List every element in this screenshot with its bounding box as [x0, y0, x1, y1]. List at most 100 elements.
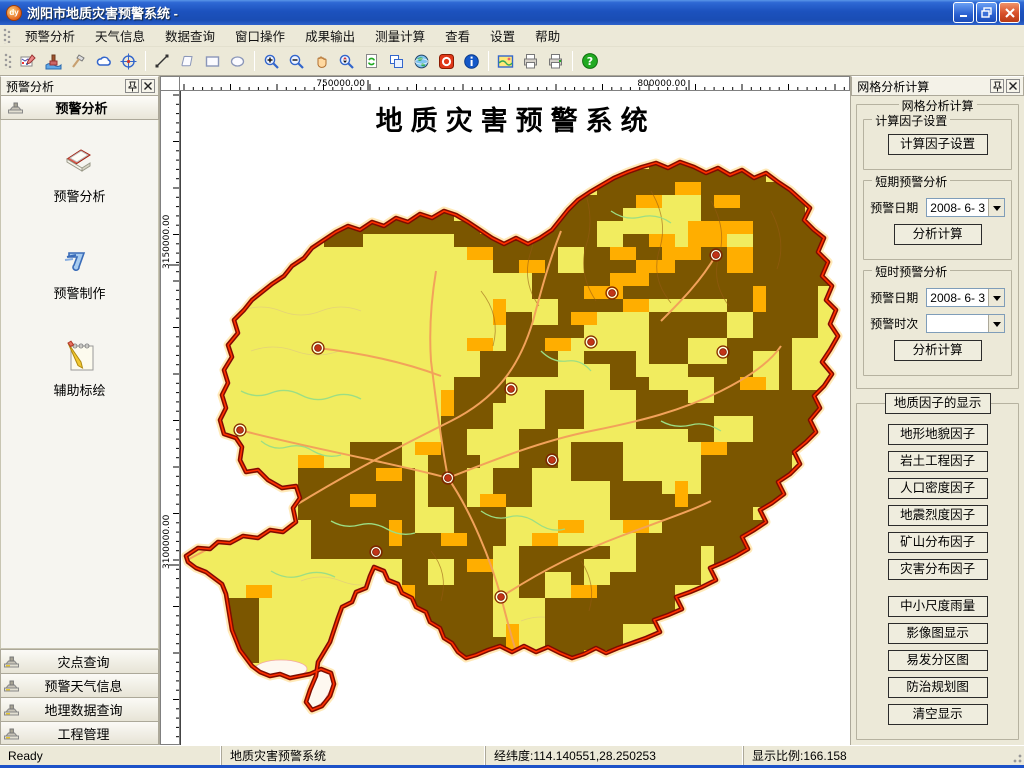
restore-button[interactable] [976, 2, 997, 23]
window-title: 浏阳市地质灾害预警系统 - [27, 3, 953, 22]
pin-icon[interactable] [125, 79, 139, 93]
chevron-down-icon[interactable] [988, 315, 1004, 332]
warning-time-combo[interactable] [926, 314, 1005, 333]
left-section-header[interactable]: 预警分析 [0, 96, 159, 120]
menu-bar: 预警分析天气信息数据查询窗口操作成果输出测量计算查看设置帮助 [0, 25, 1024, 47]
left-item-label: 预警制作 [53, 283, 105, 302]
left-item-aux-plot[interactable]: 辅助标绘 [1, 336, 158, 399]
map-title: 地质灾害预警系统 [376, 99, 656, 138]
svg-text:3150000.00: 3150000.00 [162, 214, 172, 269]
info-icon[interactable] [459, 49, 484, 74]
zoom-in-icon[interactable] [259, 49, 284, 74]
copy-layers-icon[interactable] [384, 49, 409, 74]
short-time-analyze-button[interactable]: 分析计算 [894, 340, 982, 361]
close-icon[interactable] [1006, 79, 1020, 93]
factor-button[interactable]: 岩土工程因子 [888, 451, 988, 472]
zoom-extent-icon[interactable] [334, 49, 359, 74]
print-preview-icon[interactable] [543, 49, 568, 74]
warning-date-combo[interactable]: 2008- 6- 3 [926, 288, 1005, 307]
svg-text:800000.00: 800000.00 [637, 79, 686, 89]
short-time-group: 短时预警分析 预警日期 2008- 6- 3 预警时次 [863, 270, 1012, 376]
menu-item[interactable]: 预警分析 [15, 23, 85, 48]
menu-item[interactable]: 查看 [435, 23, 480, 48]
short-term-group: 短期预警分析 预警日期 2008- 6- 3 分析计算 [863, 180, 1012, 260]
menu-item[interactable]: 设置 [480, 23, 525, 48]
grid-analysis-group: 网格分析计算 计算因子设置 计算因子设置 短期预警分析 预警日期 2008- 6… [856, 104, 1019, 389]
short-term-analyze-button[interactable]: 分析计算 [894, 224, 982, 245]
warning-time-label: 预警时次 [870, 315, 926, 332]
menu-item[interactable]: 成果输出 [295, 23, 365, 48]
hammer-icon[interactable] [66, 49, 91, 74]
close-button[interactable] [999, 2, 1020, 23]
left-bottom-item[interactable]: 预警天气信息 [0, 673, 159, 697]
draw-polygon-icon[interactable] [175, 49, 200, 74]
factor-button[interactable]: 灾害分布因子 [888, 559, 988, 580]
left-bottom-item[interactable]: 地理数据查询 [0, 697, 159, 721]
status-document: 地质灾害预警系统 [222, 746, 486, 765]
left-item-label: 辅助标绘 [53, 380, 105, 399]
cloud-icon[interactable] [91, 49, 116, 74]
stop-record-icon[interactable] [434, 49, 459, 74]
help-icon[interactable]: ? [577, 49, 602, 74]
right-panel: 网格分析计算 网格分析计算 计算因子设置 计算因子设置 短期预警分析 预警日期 [850, 76, 1024, 745]
display-button[interactable]: 影像图显示 [888, 623, 988, 644]
factor-button[interactable]: 地震烈度因子 [888, 505, 988, 526]
stamp-icon [1, 702, 23, 717]
globe-icon[interactable] [409, 49, 434, 74]
map-display-icon[interactable] [493, 49, 518, 74]
status-scale: 显示比例:166.158 [744, 746, 1024, 765]
left-bottom-stack: 灾点查询 预警天气信息 地理数据查询 工程管理 [0, 649, 159, 745]
refresh-view-icon[interactable] [359, 49, 384, 74]
pin-icon[interactable] [990, 79, 1004, 93]
close-icon[interactable] [141, 79, 155, 93]
menu-item[interactable]: 数据查询 [155, 23, 225, 48]
menu-item[interactable]: 帮助 [525, 23, 570, 48]
menu-grip [3, 28, 12, 44]
aux-plot-icon [60, 336, 100, 376]
status-bar: Ready 地质灾害预警系统 经纬度:114.140551,28.250253 … [0, 745, 1024, 765]
display-button[interactable]: 易发分区图 [888, 650, 988, 671]
factor-setting-button[interactable]: 计算因子设置 [888, 134, 988, 155]
crosshair-icon[interactable] [116, 49, 141, 74]
factor-button[interactable]: 地形地貌因子 [888, 424, 988, 445]
stamp-icon [1, 678, 23, 693]
zoom-out-icon[interactable] [284, 49, 309, 74]
display-button[interactable]: 清空显示 [888, 704, 988, 725]
stamp-icon [1, 96, 31, 120]
minimize-button[interactable] [953, 2, 974, 23]
chevron-down-icon[interactable] [988, 199, 1004, 216]
draw-ellipse-icon[interactable] [225, 49, 250, 74]
toolbar-grip [4, 53, 13, 69]
display-button[interactable]: 中小尺度雨量 [888, 596, 988, 617]
print-icon[interactable] [518, 49, 543, 74]
display-button[interactable]: 防治规划图 [888, 677, 988, 698]
menu-item[interactable]: 天气信息 [85, 23, 155, 48]
map-canvas[interactable]: 地质灾害预警系统 [180, 91, 850, 745]
draw-rectangle-icon[interactable] [200, 49, 225, 74]
title-bar: dy 浏阳市地质灾害预警系统 - [0, 0, 1024, 25]
paint-layer-icon[interactable] [41, 49, 66, 74]
left-item-warning-produce[interactable]: 预警制作 [1, 239, 158, 302]
left-bottom-item[interactable]: 工程管理 [0, 721, 159, 745]
toolbar-separator [254, 51, 255, 71]
pan-hand-icon[interactable] [309, 49, 334, 74]
right-panel-title: 网格分析计算 [855, 78, 988, 95]
ruler-corner [160, 76, 180, 91]
warning-date-combo[interactable]: 2008- 6- 3 [926, 198, 1005, 217]
toolbar: ? [0, 47, 1024, 76]
left-bottom-item[interactable]: 灾点查询 [0, 649, 159, 673]
geo-factor-display-button[interactable]: 地质因子的显示 [885, 393, 991, 414]
left-item-warning-analysis[interactable]: 预警分析 [1, 142, 158, 205]
map-edit-icon[interactable] [16, 49, 41, 74]
chevron-down-icon[interactable] [988, 289, 1004, 306]
menu-item[interactable]: 测量计算 [365, 23, 435, 48]
left-panel: 预警分析 预警分析 预警分析 预警制作 辅助标绘 [0, 76, 160, 745]
resize-grip[interactable] [1010, 751, 1023, 764]
factor-button[interactable]: 矿山分布因子 [888, 532, 988, 553]
svg-text:750000.00: 750000.00 [316, 79, 365, 89]
warning-date-label: 预警日期 [870, 289, 926, 306]
menu-item[interactable]: 窗口操作 [225, 23, 295, 48]
factor-button[interactable]: 人口密度因子 [888, 478, 988, 499]
factor-setting-group: 计算因子设置 计算因子设置 [863, 119, 1012, 170]
draw-line-icon[interactable] [150, 49, 175, 74]
